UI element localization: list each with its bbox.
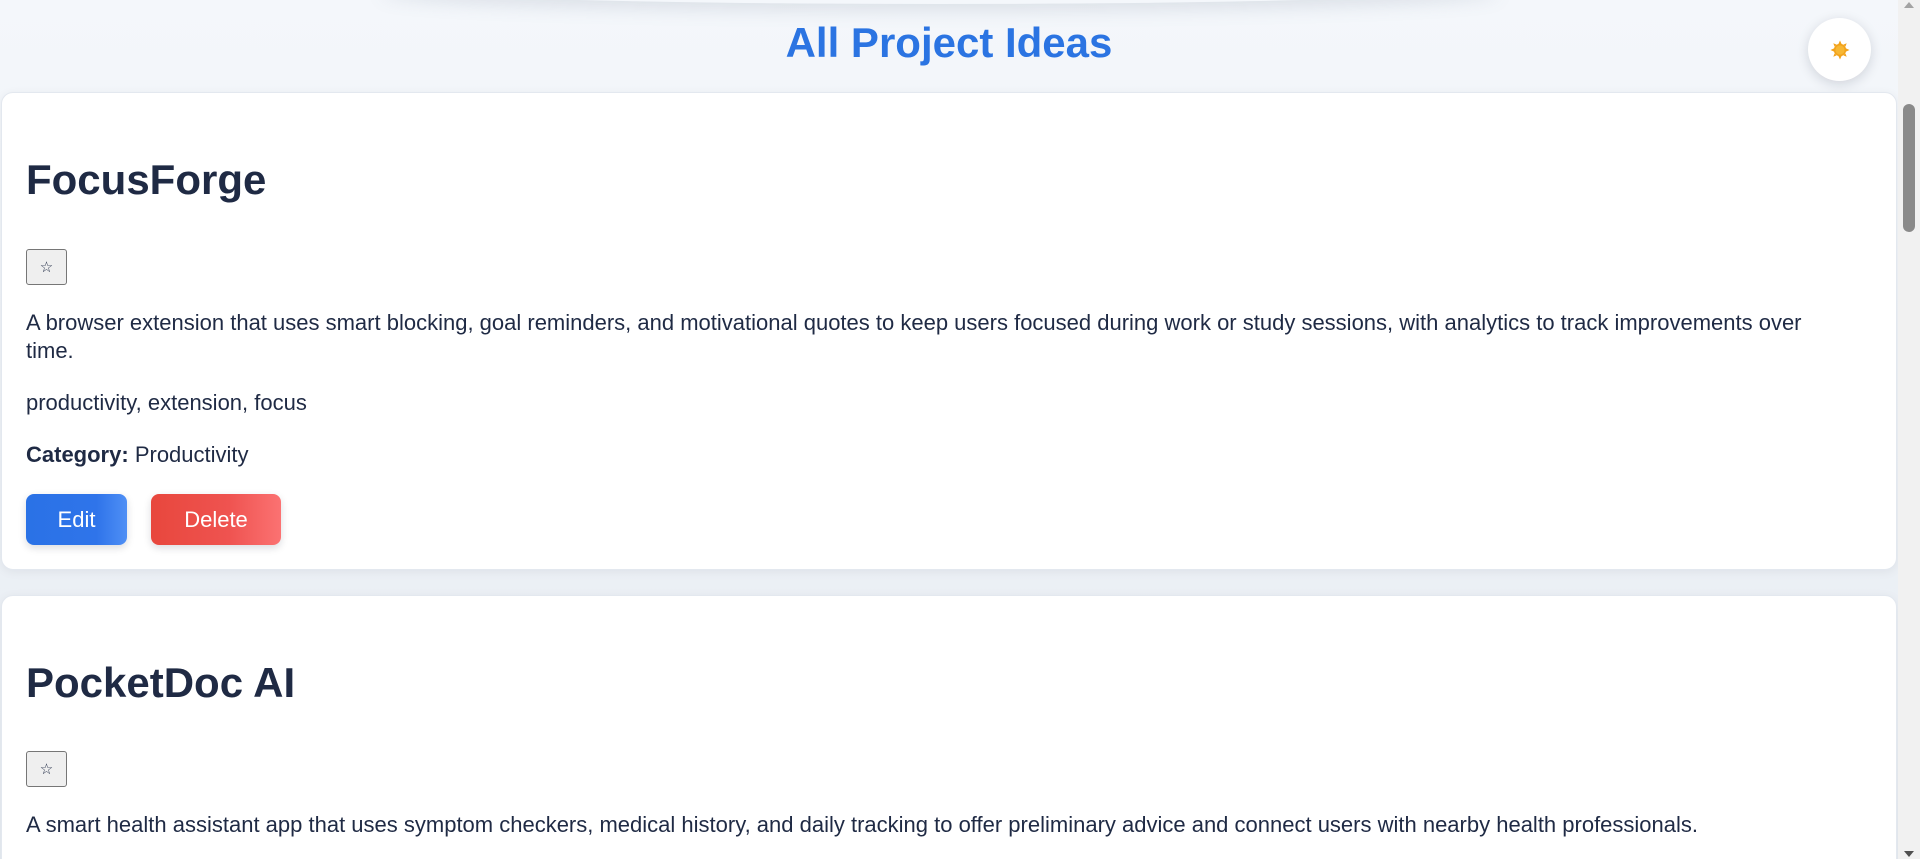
scroll-down-arrow-icon[interactable] bbox=[1904, 851, 1914, 857]
edit-button[interactable]: Edit bbox=[26, 494, 127, 545]
ideas-page: All Project Ideas FocusForge ☆ A browser… bbox=[0, 0, 1898, 859]
sun-icon bbox=[1830, 40, 1849, 59]
scroll-up-arrow-icon[interactable] bbox=[1904, 2, 1914, 8]
idea-category: Category: Productivity bbox=[26, 441, 249, 469]
idea-title: PocketDoc AI bbox=[26, 659, 296, 706]
delete-button[interactable]: Delete bbox=[151, 494, 281, 545]
idea-title: FocusForge bbox=[26, 156, 267, 203]
header-shadow bbox=[380, 0, 1500, 4]
favorite-star-button[interactable]: ☆ bbox=[26, 751, 67, 787]
category-label: Category: bbox=[26, 442, 129, 467]
idea-description: A browser extension that uses smart bloc… bbox=[26, 310, 1802, 363]
favorite-star-button[interactable]: ☆ bbox=[26, 249, 67, 285]
idea-description: A smart health assistant app that uses s… bbox=[26, 812, 1699, 837]
idea-tags: productivity, extension, focus bbox=[26, 390, 307, 415]
scrollbar-thumb[interactable] bbox=[1903, 104, 1915, 232]
idea-card-pocketdoc-ai: PocketDoc AI ☆ A smart health assistant … bbox=[1, 595, 1897, 859]
page-title: All Project Ideas bbox=[785, 19, 1113, 66]
idea-card-focusforge: FocusForge ☆ A browser extension that us… bbox=[1, 92, 1897, 570]
category-value: Productivity bbox=[134, 442, 249, 467]
vertical-scrollbar[interactable] bbox=[1898, 0, 1920, 859]
theme-toggle-button[interactable] bbox=[1808, 18, 1871, 81]
